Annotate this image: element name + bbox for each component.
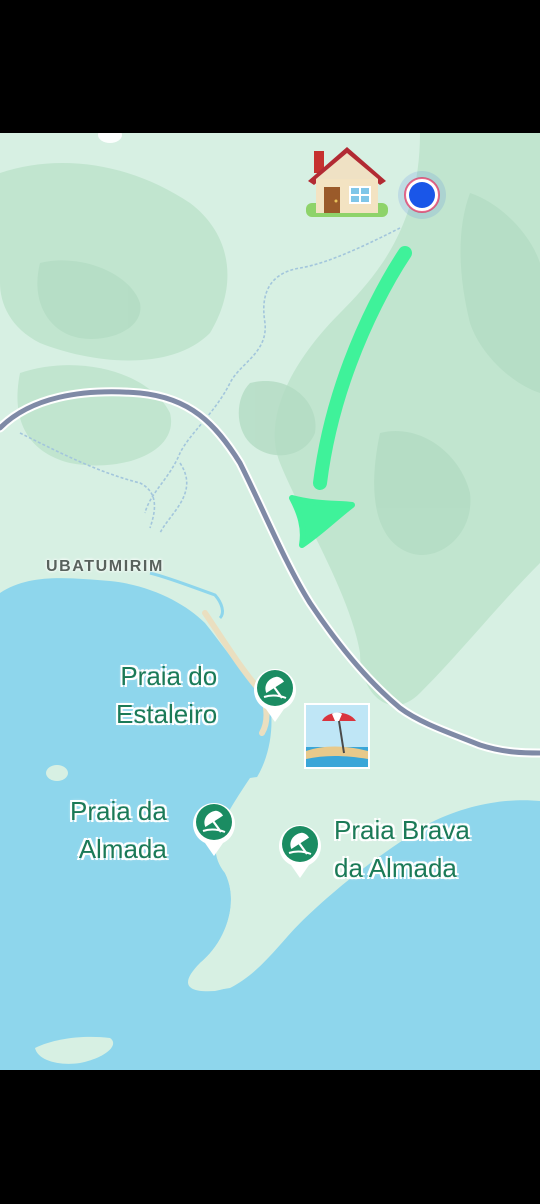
bottom-black-bar: [0, 1070, 540, 1204]
island: [46, 765, 68, 781]
poi-label-line: Praia da: [70, 796, 167, 826]
poi-label-praia-do-estaleiro[interactable]: Praia do Estaleiro: [116, 657, 217, 733]
poi-label-line: Almada: [78, 834, 167, 864]
district-label: UBATUMIRIM: [46, 558, 164, 575]
top-black-bar: [0, 0, 540, 133]
house-emoji-icon: [302, 141, 392, 225]
poi-label-praia-da-almada[interactable]: Praia da Almada: [70, 792, 167, 868]
poi-marker-praia-do-estaleiro[interactable]: [252, 665, 298, 723]
poi-label-line: Estaleiro: [116, 699, 218, 729]
poi-marker-praia-da-almada[interactable]: [191, 799, 237, 857]
user-location-dot[interactable]: [396, 169, 448, 221]
beach-umbrella-emoji-icon: [304, 703, 370, 769]
poi-label-line: Praia Brava: [334, 815, 470, 845]
poi-label-line: Praia do: [120, 661, 218, 691]
map-base: [0, 133, 540, 1070]
poi-marker-praia-brava-da-almada[interactable]: [277, 821, 323, 879]
location-dot-icon: [398, 171, 446, 219]
map-view[interactable]: UBATUMIRIM Praia do Estaleiro Praia da A…: [0, 133, 540, 1070]
beach-umbrella-icon: [279, 825, 321, 878]
poi-label-praia-brava-da-almada[interactable]: Praia Brava da Almada: [334, 811, 470, 887]
beach-umbrella-icon: [193, 803, 235, 856]
poi-label-line: da Almada: [334, 853, 457, 883]
beach-umbrella-icon: [254, 669, 296, 722]
